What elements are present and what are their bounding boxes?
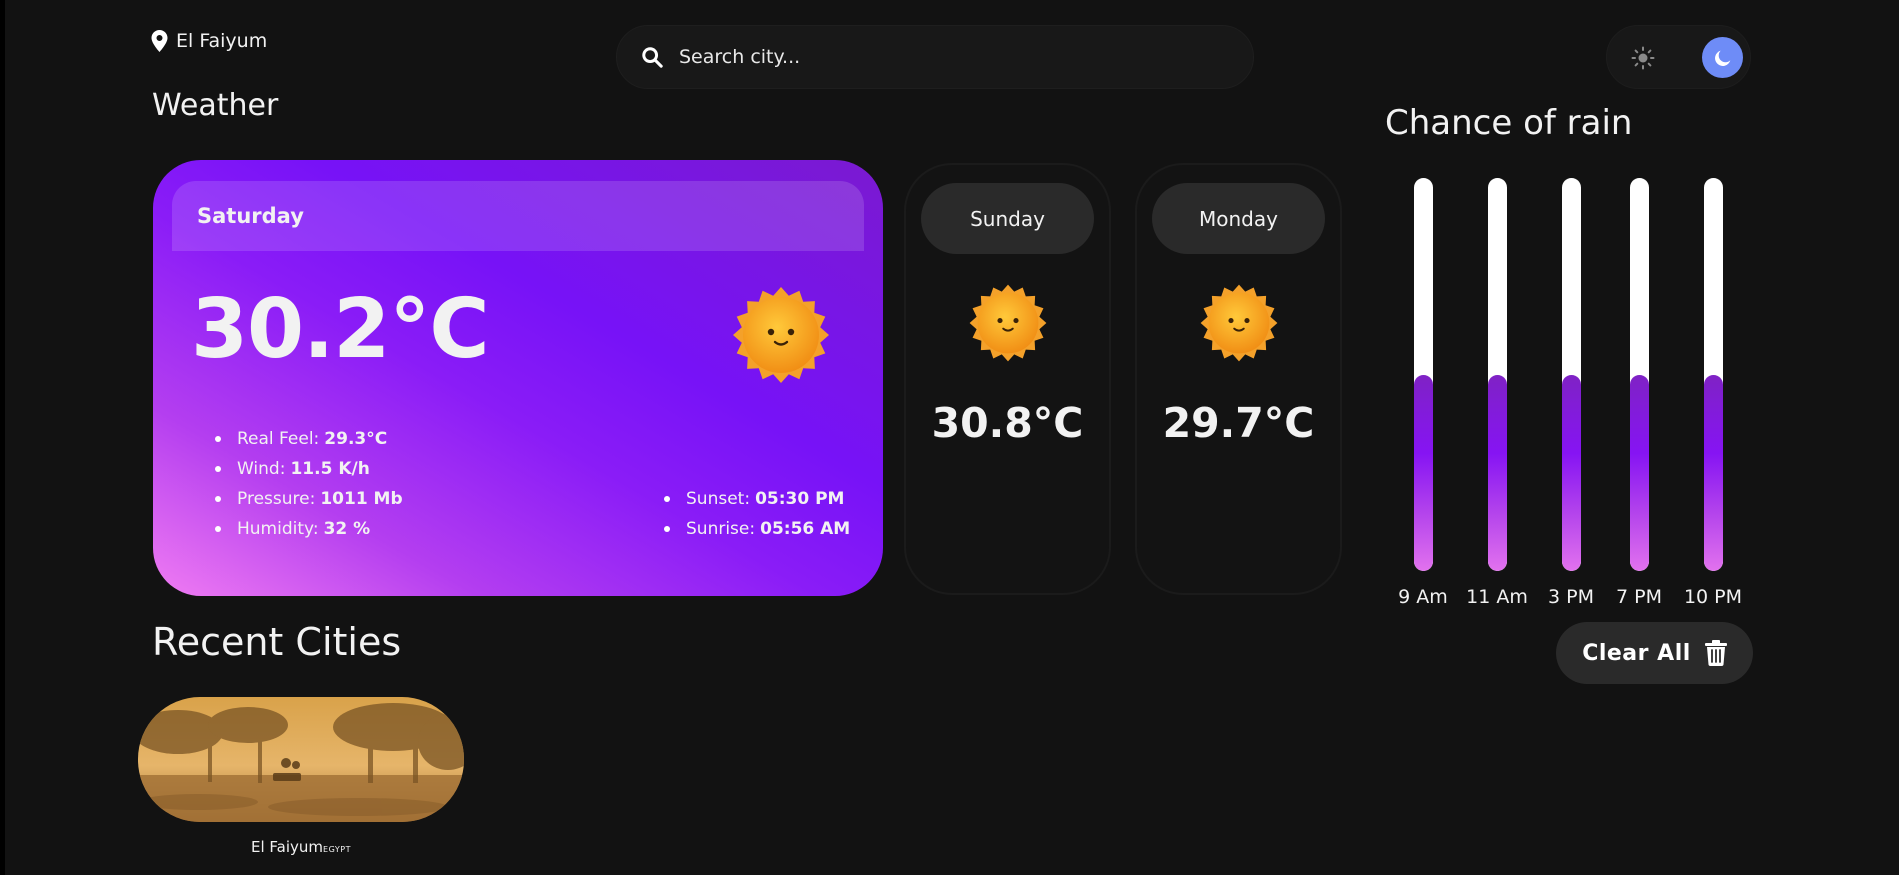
forecast-temperature: 29.7°C bbox=[1162, 399, 1315, 447]
moon-icon bbox=[1714, 50, 1730, 66]
sun-outline-icon bbox=[1631, 46, 1655, 70]
sun-icon bbox=[969, 284, 1047, 362]
today-temperature: 30.2°C bbox=[191, 282, 489, 377]
city-country: EGYPT bbox=[323, 845, 351, 854]
weather-details-list: Real Feel: 29.3°C Wind: 11.5 K/h Pressure:… bbox=[215, 424, 403, 544]
forecast-temperature: 30.8°C bbox=[931, 399, 1084, 447]
rain-bar-7pm bbox=[1630, 178, 1649, 571]
sun-icon bbox=[733, 287, 829, 383]
location-pin-icon bbox=[151, 30, 168, 52]
rain-time-label: 3 PM bbox=[1548, 586, 1594, 608]
city-name: El Faiyum bbox=[251, 838, 324, 856]
forecast-card-sunday[interactable]: Sunday 30.8°C bbox=[904, 163, 1111, 595]
recent-city-card[interactable] bbox=[138, 697, 464, 822]
current-location: El Faiyum bbox=[151, 30, 267, 52]
theme-toggle[interactable] bbox=[1606, 25, 1751, 89]
rain-time-label: 10 PM bbox=[1683, 586, 1743, 608]
search-bar[interactable] bbox=[616, 25, 1254, 89]
left-edge-strip bbox=[0, 0, 5, 875]
rain-fill bbox=[1488, 374, 1507, 571]
rain-bar-9am bbox=[1414, 178, 1433, 571]
clear-all-button[interactable]: Clear All bbox=[1556, 622, 1753, 684]
rain-chart: 9 Am 11 Am 3 PM 7 PM 10 PM bbox=[1380, 178, 1750, 618]
real-feel-item: Real Feel: 29.3°C bbox=[215, 424, 403, 454]
rain-bar-3pm bbox=[1562, 178, 1581, 571]
trash-icon bbox=[1704, 640, 1727, 666]
rain-fill bbox=[1414, 374, 1433, 571]
recent-city-caption: El FaiyumEGYPT bbox=[138, 838, 464, 856]
rain-time-label: 11 Am bbox=[1466, 586, 1528, 608]
today-weather-card: Saturday 30.2°C Real Feel: 29.3°C Wind: 11… bbox=[153, 160, 883, 596]
humidity-item: Humidity: 32 % bbox=[215, 514, 403, 544]
forecast-day-label: Monday bbox=[1152, 183, 1325, 254]
sunset-item: Sunset: 05:30 PM bbox=[664, 484, 850, 514]
forecast-card-monday[interactable]: Monday 29.7°C bbox=[1135, 163, 1342, 595]
rain-bar-11am bbox=[1488, 178, 1507, 571]
city-photo bbox=[138, 697, 464, 822]
sun-times-list: Sunset: 05:30 PM Sunrise: 05:56 AM bbox=[664, 484, 850, 544]
recent-cities-heading: Recent Cities bbox=[152, 620, 402, 664]
weather-heading: Weather bbox=[152, 88, 279, 123]
today-day-label: Saturday bbox=[172, 181, 864, 251]
rain-fill bbox=[1704, 374, 1723, 571]
clear-all-label: Clear All bbox=[1582, 640, 1691, 666]
rain-bar-10pm bbox=[1704, 178, 1723, 571]
light-mode-button[interactable] bbox=[1625, 40, 1661, 76]
search-input[interactable] bbox=[679, 46, 1199, 68]
forecast-day-label: Sunday bbox=[921, 183, 1094, 254]
rain-fill bbox=[1562, 374, 1581, 571]
wind-item: Wind: 11.5 K/h bbox=[215, 454, 403, 484]
location-label: El Faiyum bbox=[176, 30, 268, 52]
sunrise-item: Sunrise: 05:56 AM bbox=[664, 514, 850, 544]
pressure-item: Pressure: 1011 Mb bbox=[215, 484, 403, 514]
rain-time-label: 9 Am bbox=[1398, 586, 1448, 608]
rain-fill bbox=[1630, 374, 1649, 571]
chance-of-rain-heading: Chance of rain bbox=[1385, 103, 1633, 143]
sun-icon bbox=[1200, 284, 1278, 362]
rain-time-label: 7 PM bbox=[1616, 586, 1662, 608]
dark-mode-button[interactable] bbox=[1702, 37, 1743, 78]
search-icon bbox=[642, 47, 663, 68]
